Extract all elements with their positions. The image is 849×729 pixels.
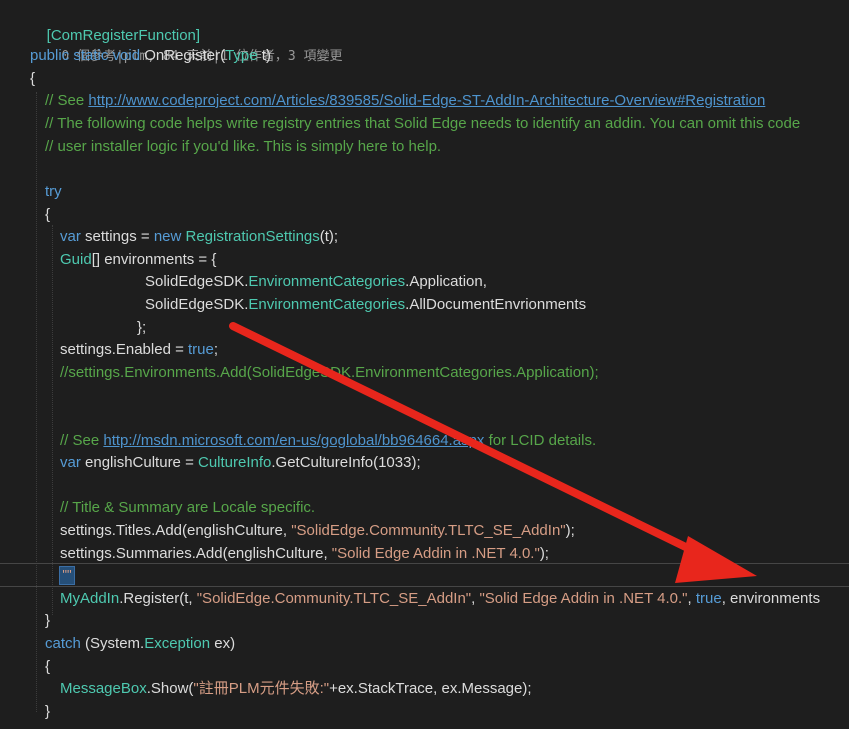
arrow-head — [675, 536, 757, 583]
red-arrow-annotation — [229, 322, 757, 583]
code-editor[interactable]: [ComRegisterFunction] 0 個參考|plm, 84 天前|1… — [0, 0, 849, 729]
arrow-shaft — [229, 322, 704, 558]
